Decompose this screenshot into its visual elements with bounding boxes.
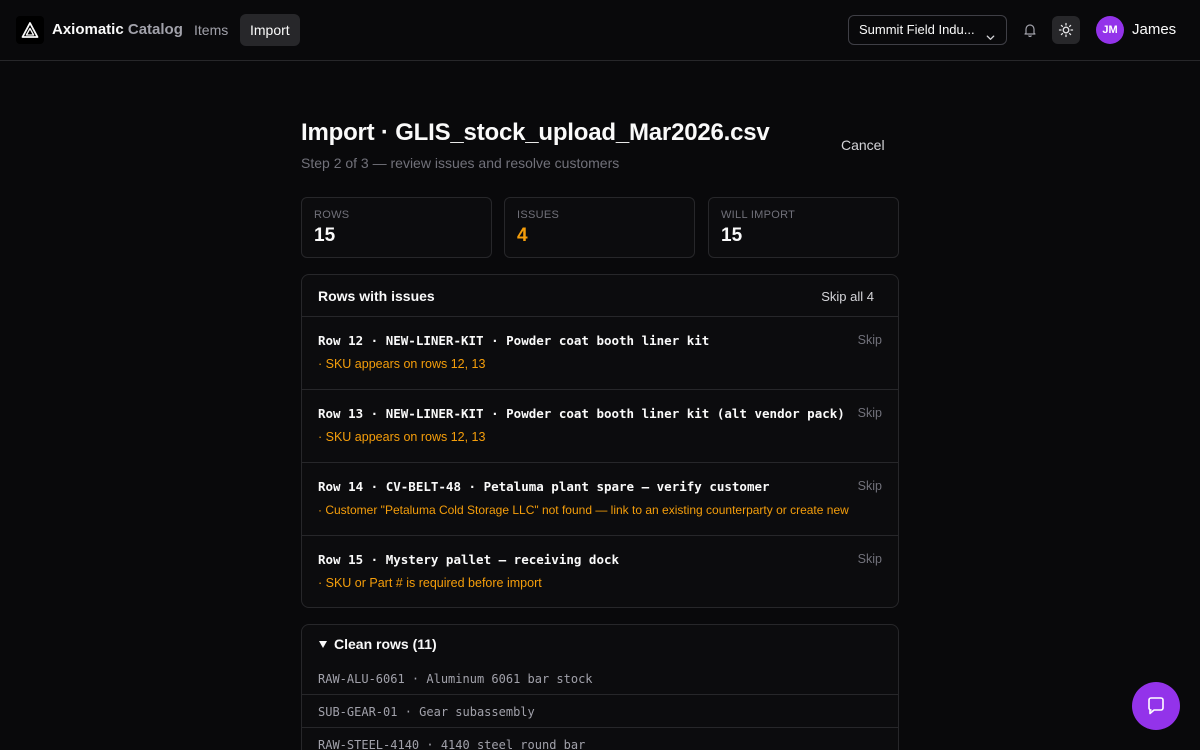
sun-icon[interactable] [1052, 16, 1080, 44]
nav-import[interactable]: Import [240, 14, 300, 46]
skip-all-button[interactable]: Skip all 4 [821, 289, 874, 304]
axiomatic-logo-icon[interactable] [16, 16, 44, 44]
avatar[interactable]: JM [1096, 16, 1124, 44]
clean-rows-toggle[interactable]: Clean rows (11) [318, 636, 437, 652]
skip-button[interactable]: Skip [858, 406, 882, 421]
nav-items[interactable]: Items [184, 14, 238, 46]
list-item: RAW-STEEL-4140 · 4140 steel round bar [302, 727, 898, 750]
skip-button[interactable]: Skip [858, 479, 882, 494]
brand-primary: Axiomatic [52, 21, 124, 38]
issue-row-summary: Row 14 · CV-BELT-48 · Petaluma plant spa… [318, 479, 770, 494]
skip-button[interactable]: Skip [858, 552, 882, 567]
issue-row-summary: Row 13 · NEW-LINER-KIT · Powder coat boo… [318, 406, 845, 421]
stat-value: 15 [314, 225, 336, 246]
user-name[interactable]: James [1132, 21, 1176, 39]
clean-rows-card: Clean rows (11) RAW-ALU-6061 · Aluminum … [301, 624, 899, 750]
stat-label: ISSUES [517, 209, 560, 221]
issue-row-summary: Row 12 · NEW-LINER-KIT · Powder coat boo… [318, 333, 710, 348]
skip-button[interactable]: Skip [858, 333, 882, 348]
issue-row: Row 12 · NEW-LINER-KIT · Powder coat boo… [302, 317, 898, 390]
brand-name[interactable]: Axiomatic Catalog [52, 21, 183, 39]
issue-row-message: · SKU appears on rows 12, 13 [318, 357, 486, 371]
stat-label: WILL IMPORT [721, 209, 796, 221]
issue-row-message: · SKU or Part # is required before impor… [318, 576, 542, 590]
brand-secondary: Catalog [127, 21, 183, 38]
stat-value: 4 [517, 225, 528, 246]
stat-value: 15 [721, 225, 743, 246]
issues-header: Rows with issues Skip all 4 [302, 275, 898, 317]
clean-row-text: RAW-STEEL-4140 · 4140 steel round bar [318, 738, 586, 750]
clean-row-text: RAW-ALU-6061 · Aluminum 6061 bar stock [318, 672, 593, 686]
chat-icon[interactable] [1132, 682, 1180, 730]
page-title: Import · GLIS_stock_upload_Mar2026.csv [301, 119, 770, 146]
issues-card: Rows with issues Skip all 4 Row 12 · NEW… [301, 274, 899, 608]
list-item: SUB-GEAR-01 · Gear subassembly [302, 694, 898, 727]
page-subtitle: Step 2 of 3 — review issues and resolve … [301, 155, 620, 171]
issue-row-message[interactable]: · Customer "Petaluma Cold Storage LLC" n… [318, 503, 849, 518]
bell-icon[interactable] [1016, 16, 1044, 44]
clean-row-text: SUB-GEAR-01 · Gear subassembly [318, 705, 535, 719]
chevron-down-icon [985, 25, 996, 53]
stat-will-import: WILL IMPORT 15 [708, 197, 899, 258]
org-selector-label: Summit Field Indu... [859, 22, 975, 37]
issue-row: Row 15 · Mystery pallet — receiving dock… [302, 536, 898, 607]
issue-row: Row 14 · CV-BELT-48 · Petaluma plant spa… [302, 463, 898, 536]
org-selector[interactable]: Summit Field Indu... [848, 15, 1007, 45]
list-item: RAW-ALU-6061 · Aluminum 6061 bar stock [302, 662, 898, 695]
issues-title: Rows with issues [318, 288, 435, 304]
cancel-button[interactable]: Cancel [841, 137, 885, 153]
stat-issues: ISSUES 4 [504, 197, 695, 258]
clean-rows-title: Clean rows (11) [334, 636, 437, 652]
triangle-down-icon [318, 636, 328, 652]
stat-rows: ROWS 15 [301, 197, 492, 258]
stat-label: ROWS [314, 209, 350, 221]
issue-row: Row 13 · NEW-LINER-KIT · Powder coat boo… [302, 390, 898, 463]
issue-row-summary: Row 15 · Mystery pallet — receiving dock [318, 552, 620, 567]
top-bar: Axiomatic Catalog Items Import Summit Fi… [0, 0, 1200, 61]
issue-row-message: · SKU appears on rows 12, 13 [318, 430, 486, 444]
